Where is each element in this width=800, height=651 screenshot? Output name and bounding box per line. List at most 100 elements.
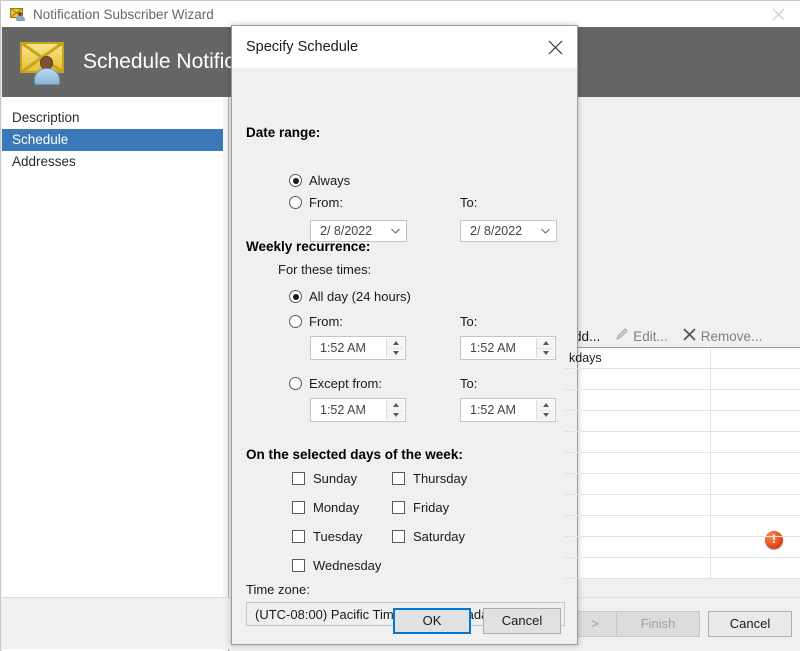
sidebar-item-schedule[interactable]: Schedule	[2, 129, 223, 151]
except-from-field[interactable]: 1:52 AM	[310, 398, 406, 422]
time-to-stepper[interactable]	[536, 338, 554, 358]
checkbox-thursday-label: Thursday	[413, 471, 468, 486]
dialog-titlebar: Specify Schedule	[232, 26, 577, 68]
except-from-stepper[interactable]	[386, 400, 404, 420]
radio-all-day[interactable]: All day (24 hours)	[289, 289, 411, 304]
time-to-label: To:	[460, 314, 478, 329]
stepper-down-icon[interactable]	[387, 349, 404, 359]
table-row[interactable]	[564, 558, 800, 579]
table-row[interactable]	[564, 432, 800, 453]
checkbox-saturday-box	[392, 530, 405, 543]
checkbox-tuesday[interactable]: Tuesday	[292, 529, 362, 544]
for-these-times-label: For these times:	[278, 262, 372, 277]
date-from-value: 2/ 8/2022	[320, 224, 373, 238]
stepper-up-icon[interactable]	[537, 338, 554, 349]
radio-time-from[interactable]: From:	[289, 314, 343, 329]
table-row[interactable]: kdays	[564, 348, 800, 369]
checkbox-tuesday-box	[292, 530, 305, 543]
pencil-icon	[614, 327, 629, 345]
x-icon	[682, 327, 697, 345]
checkbox-thursday-box	[392, 472, 405, 485]
table-row[interactable]	[564, 411, 800, 432]
wizard-cancel-button[interactable]: Cancel	[708, 611, 792, 637]
checkbox-sunday-label: Sunday	[313, 471, 358, 486]
edit-button-label: Edit...	[633, 328, 668, 344]
stepper-down-icon[interactable]	[387, 411, 404, 421]
time-from-value: 1:52 AM	[320, 341, 366, 355]
radio-date-from-label: From:	[309, 195, 343, 210]
checkbox-friday[interactable]: Friday	[392, 500, 449, 515]
checkbox-friday-box	[392, 501, 405, 514]
sidebar-item-description[interactable]: Description	[2, 107, 223, 129]
checkbox-saturday[interactable]: Saturday	[392, 529, 465, 544]
checkbox-monday-box	[292, 501, 305, 514]
except-to-field[interactable]: 1:52 AM	[460, 398, 556, 422]
dialog-body: Date range: Always From: To: 2/ 8/2022 2…	[232, 68, 577, 626]
stepper-down-icon[interactable]	[537, 349, 554, 359]
radio-date-from[interactable]: From:	[289, 195, 343, 210]
envelope-user-icon	[17, 38, 69, 86]
radio-time-from-label: From:	[309, 314, 343, 329]
radio-always[interactable]: Always	[289, 173, 350, 188]
close-icon[interactable]	[533, 26, 577, 68]
remove-button[interactable]: Remove...	[677, 325, 768, 347]
stepper-down-icon[interactable]	[537, 411, 554, 421]
user-envelope-icon	[10, 6, 26, 22]
checkbox-thursday[interactable]: Thursday	[392, 471, 467, 486]
table-row[interactable]	[564, 369, 800, 390]
except-to-value: 1:52 AM	[470, 403, 516, 417]
wizard-title: Notification Subscriber Wizard	[33, 6, 214, 22]
chevron-down-icon[interactable]	[391, 228, 400, 234]
specify-schedule-dialog: Specify Schedule Date range: Always From…	[231, 25, 578, 645]
checkbox-wednesday-box	[292, 559, 305, 572]
time-from-stepper[interactable]	[386, 338, 404, 358]
days-of-week-heading: On the selected days of the week:	[246, 447, 463, 462]
except-to-label: To:	[460, 376, 478, 391]
checkbox-wednesday[interactable]: Wednesday	[292, 558, 381, 573]
wizard-titlebar: Notification Subscriber Wizard	[1, 1, 800, 27]
radio-date-from-indicator	[289, 196, 302, 209]
date-to-label: To:	[460, 195, 478, 210]
stepper-up-icon[interactable]	[537, 400, 554, 411]
weekly-recurrence-heading: Weekly recurrence:	[246, 239, 371, 254]
time-to-field[interactable]: 1:52 AM	[460, 336, 556, 360]
radio-except-from[interactable]: Except from:	[289, 376, 382, 391]
radio-always-label: Always	[309, 173, 351, 188]
date-to-field[interactable]: 2/ 8/2022	[460, 220, 557, 242]
remove-button-label: Remove...	[700, 328, 763, 344]
table-row[interactable]	[564, 516, 800, 537]
schedules-grid[interactable]: kdays	[563, 347, 800, 579]
table-row[interactable]	[564, 390, 800, 411]
checkbox-monday[interactable]: Monday	[292, 500, 359, 515]
date-to-value: 2/ 8/2022	[470, 224, 523, 238]
radio-always-indicator	[289, 174, 302, 187]
sidebar-item-addresses[interactable]: Addresses	[2, 151, 223, 173]
checkbox-tuesday-label: Tuesday	[313, 529, 363, 544]
radio-except-from-indicator	[289, 377, 302, 390]
chevron-down-icon[interactable]	[541, 228, 550, 234]
checkbox-sunday[interactable]: Sunday	[292, 471, 357, 486]
table-row[interactable]	[564, 474, 800, 495]
close-icon[interactable]	[756, 1, 800, 27]
time-from-field[interactable]: 1:52 AM	[310, 336, 406, 360]
checkbox-sunday-box	[292, 472, 305, 485]
except-to-stepper[interactable]	[536, 400, 554, 420]
stepper-up-icon[interactable]	[387, 338, 404, 349]
dialog-footer: OK Cancel	[232, 600, 577, 644]
time-zone-label: Time zone:	[246, 582, 310, 597]
edit-button[interactable]: Edit...	[609, 325, 673, 347]
schedule-toolbar: Add... Edit... Remove...	[560, 325, 767, 347]
wizard-sidebar: Description Schedule Addresses	[2, 97, 223, 651]
dialog-cancel-button[interactable]: Cancel	[483, 608, 561, 634]
stepper-up-icon[interactable]	[387, 400, 404, 411]
sidebar-divider	[223, 97, 229, 651]
table-row[interactable]	[564, 537, 800, 558]
table-row[interactable]	[564, 453, 800, 474]
checkbox-friday-label: Friday	[413, 500, 450, 515]
time-to-value: 1:52 AM	[470, 341, 516, 355]
table-row[interactable]	[564, 495, 800, 516]
radio-except-from-label: Except from:	[309, 376, 382, 391]
finish-button[interactable]: Finish	[616, 611, 700, 637]
checkbox-saturday-label: Saturday	[413, 529, 466, 544]
ok-button[interactable]: OK	[393, 608, 471, 634]
